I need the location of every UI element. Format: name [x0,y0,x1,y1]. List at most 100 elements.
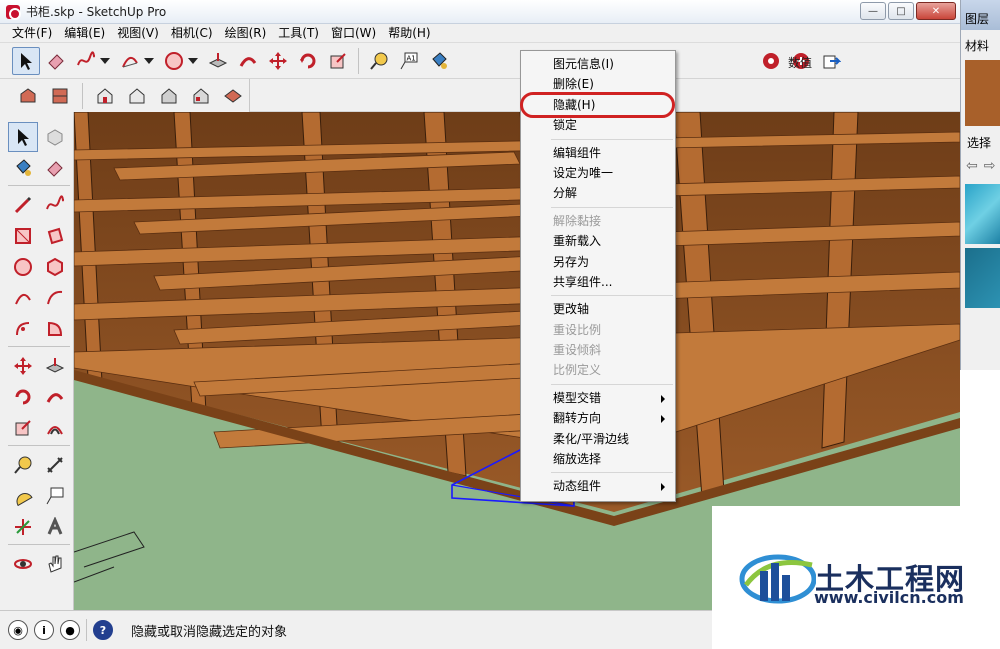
menu-item-reload[interactable]: 重新载入 [521,231,675,251]
arc-icon [15,293,31,305]
chevron-down-icon[interactable] [188,57,198,64]
eraser-tool-button[interactable] [40,153,70,183]
menu-item-explode[interactable]: 分解 [521,183,675,203]
close-button[interactable]: ✕ [916,2,956,20]
make-component-button[interactable] [40,122,70,152]
follow-me-tool-button[interactable] [40,382,70,412]
tray-layers-title[interactable]: 图层 [961,0,1000,30]
menu-item-lock[interactable]: 锁定 [521,115,675,135]
bottom-view-button[interactable] [219,82,247,110]
sketchup-app-icon [6,4,21,20]
paint-bucket-tool-button[interactable] [425,47,453,75]
scale-tool-button[interactable] [8,413,38,443]
credits-info-icon[interactable]: i [34,620,54,640]
maximize-button[interactable]: □ [888,2,914,20]
line-tool-button[interactable] [8,190,38,220]
follow-me-tool-button[interactable] [234,47,262,75]
menu-camera[interactable]: 相机(C) [165,24,219,43]
top-view-button[interactable] [46,82,74,110]
two-point-arc-tool-button[interactable] [40,283,70,313]
freehand-tool-button[interactable] [40,190,70,220]
share-model-button[interactable] [817,47,845,75]
front-view-button[interactable] [91,82,119,110]
rotate-tool-button[interactable] [294,47,322,75]
paint-bucket-tool-button[interactable] [8,153,38,183]
chevron-down-icon[interactable] [144,57,154,64]
tape-measure-icon [370,52,388,70]
scale-tool-button[interactable] [324,47,352,75]
component-tool-button[interactable] [757,47,785,75]
menu-tools[interactable]: 工具(T) [272,24,325,43]
circle-tool-button[interactable] [8,252,38,282]
three-point-arc-tool-button[interactable] [8,314,38,344]
rotated-rectangle-tool-button[interactable] [40,221,70,251]
water-material-swatch-2[interactable] [965,248,1000,308]
house-top-icon [52,88,68,103]
orbit-tool-button[interactable] [8,549,38,579]
right-view-button[interactable] [123,82,151,110]
menu-item-make-unique[interactable]: 设定为唯一 [521,163,675,183]
rotate-tool-button[interactable] [8,382,38,412]
water-material-swatch[interactable] [965,184,1000,244]
pie-icon [48,321,63,336]
instructor-help-icon[interactable]: ? [93,620,113,640]
move-tool-button[interactable] [8,351,38,381]
geo-location-icon[interactable]: ◉ [8,620,28,640]
axes-tool-button[interactable] [8,512,38,542]
menu-item-save-as[interactable]: 另存为 [521,252,675,272]
eraser-tool-button[interactable] [42,47,70,75]
menu-item-entity-info[interactable]: 图元信息(I) [521,54,675,74]
tape-measure-tool-button[interactable] [8,450,38,480]
menu-window[interactable]: 窗口(W) [325,24,382,43]
offset-tool-button[interactable] [40,413,70,443]
menu-item-change-axes[interactable]: 更改轴 [521,299,675,319]
push-pull-tool-button[interactable] [204,47,232,75]
material-preview-swatch[interactable] [965,60,1000,126]
menu-item-label: 模型交错 [553,390,602,405]
pan-tool-button[interactable] [40,549,70,579]
back-view-button[interactable] [155,82,183,110]
3d-text-tool-button[interactable] [40,512,70,542]
push-pull-tool-button[interactable] [40,351,70,381]
menu-item-intersect-faces[interactable]: 模型交错 [521,388,675,408]
circle-tool-button[interactable] [160,47,188,75]
freehand-tool-button[interactable] [72,47,100,75]
arc-tool-button[interactable] [116,47,144,75]
menu-item-edit-component[interactable]: 编辑组件 [521,143,675,163]
menu-bar: 文件(F) 编辑(E) 视图(V) 相机(C) 绘图(R) 工具(T) 窗口(W… [0,24,960,43]
move-tool-button[interactable] [264,47,292,75]
rectangle-tool-button[interactable] [8,221,38,251]
menu-item-share-component[interactable]: 共享组件... [521,272,675,292]
house-back-icon [161,87,177,103]
paint-bucket-icon [432,51,447,69]
left-view-button[interactable] [187,82,215,110]
menu-help[interactable]: 帮助(H) [382,24,436,43]
arc-tool-button[interactable] [8,283,38,313]
minimize-button[interactable]: — [860,2,886,20]
pie-tool-button[interactable] [40,314,70,344]
menu-item-dynamic-components[interactable]: 动态组件 [521,476,675,496]
text-tool-button[interactable] [40,481,70,511]
text-tool-button[interactable]: A1 [395,47,423,75]
menu-file[interactable]: 文件(F) [6,24,58,43]
polygon-tool-button[interactable] [40,252,70,282]
select-tool-button[interactable] [8,122,38,152]
tape-measure-tool-button[interactable] [365,47,393,75]
tray-materials-tab[interactable]: 材料 [961,37,989,57]
chevron-down-icon[interactable] [100,57,110,64]
user-account-icon[interactable]: ● [60,620,80,640]
dimension-tool-button[interactable] [40,450,70,480]
scale-icon [330,52,346,68]
menu-item-flip-along[interactable]: 翻转方向 [521,408,675,428]
menu-item-soften-edges[interactable]: 柔化/平滑边线 [521,429,675,449]
menu-draw[interactable]: 绘图(R) [219,24,273,43]
menu-edit[interactable]: 编辑(E) [58,24,111,43]
back-arrow-icon[interactable]: ⇦ [966,158,978,174]
materials-select-label[interactable]: 选择 [967,134,991,151]
iso-view-button[interactable] [14,82,42,110]
protractor-tool-button[interactable] [8,481,38,511]
menu-item-zoom-selection[interactable]: 缩放选择 [521,449,675,469]
menu-view[interactable]: 视图(V) [111,24,165,43]
select-tool-button[interactable] [12,46,40,75]
forward-arrow-icon[interactable]: ⇨ [984,158,996,174]
